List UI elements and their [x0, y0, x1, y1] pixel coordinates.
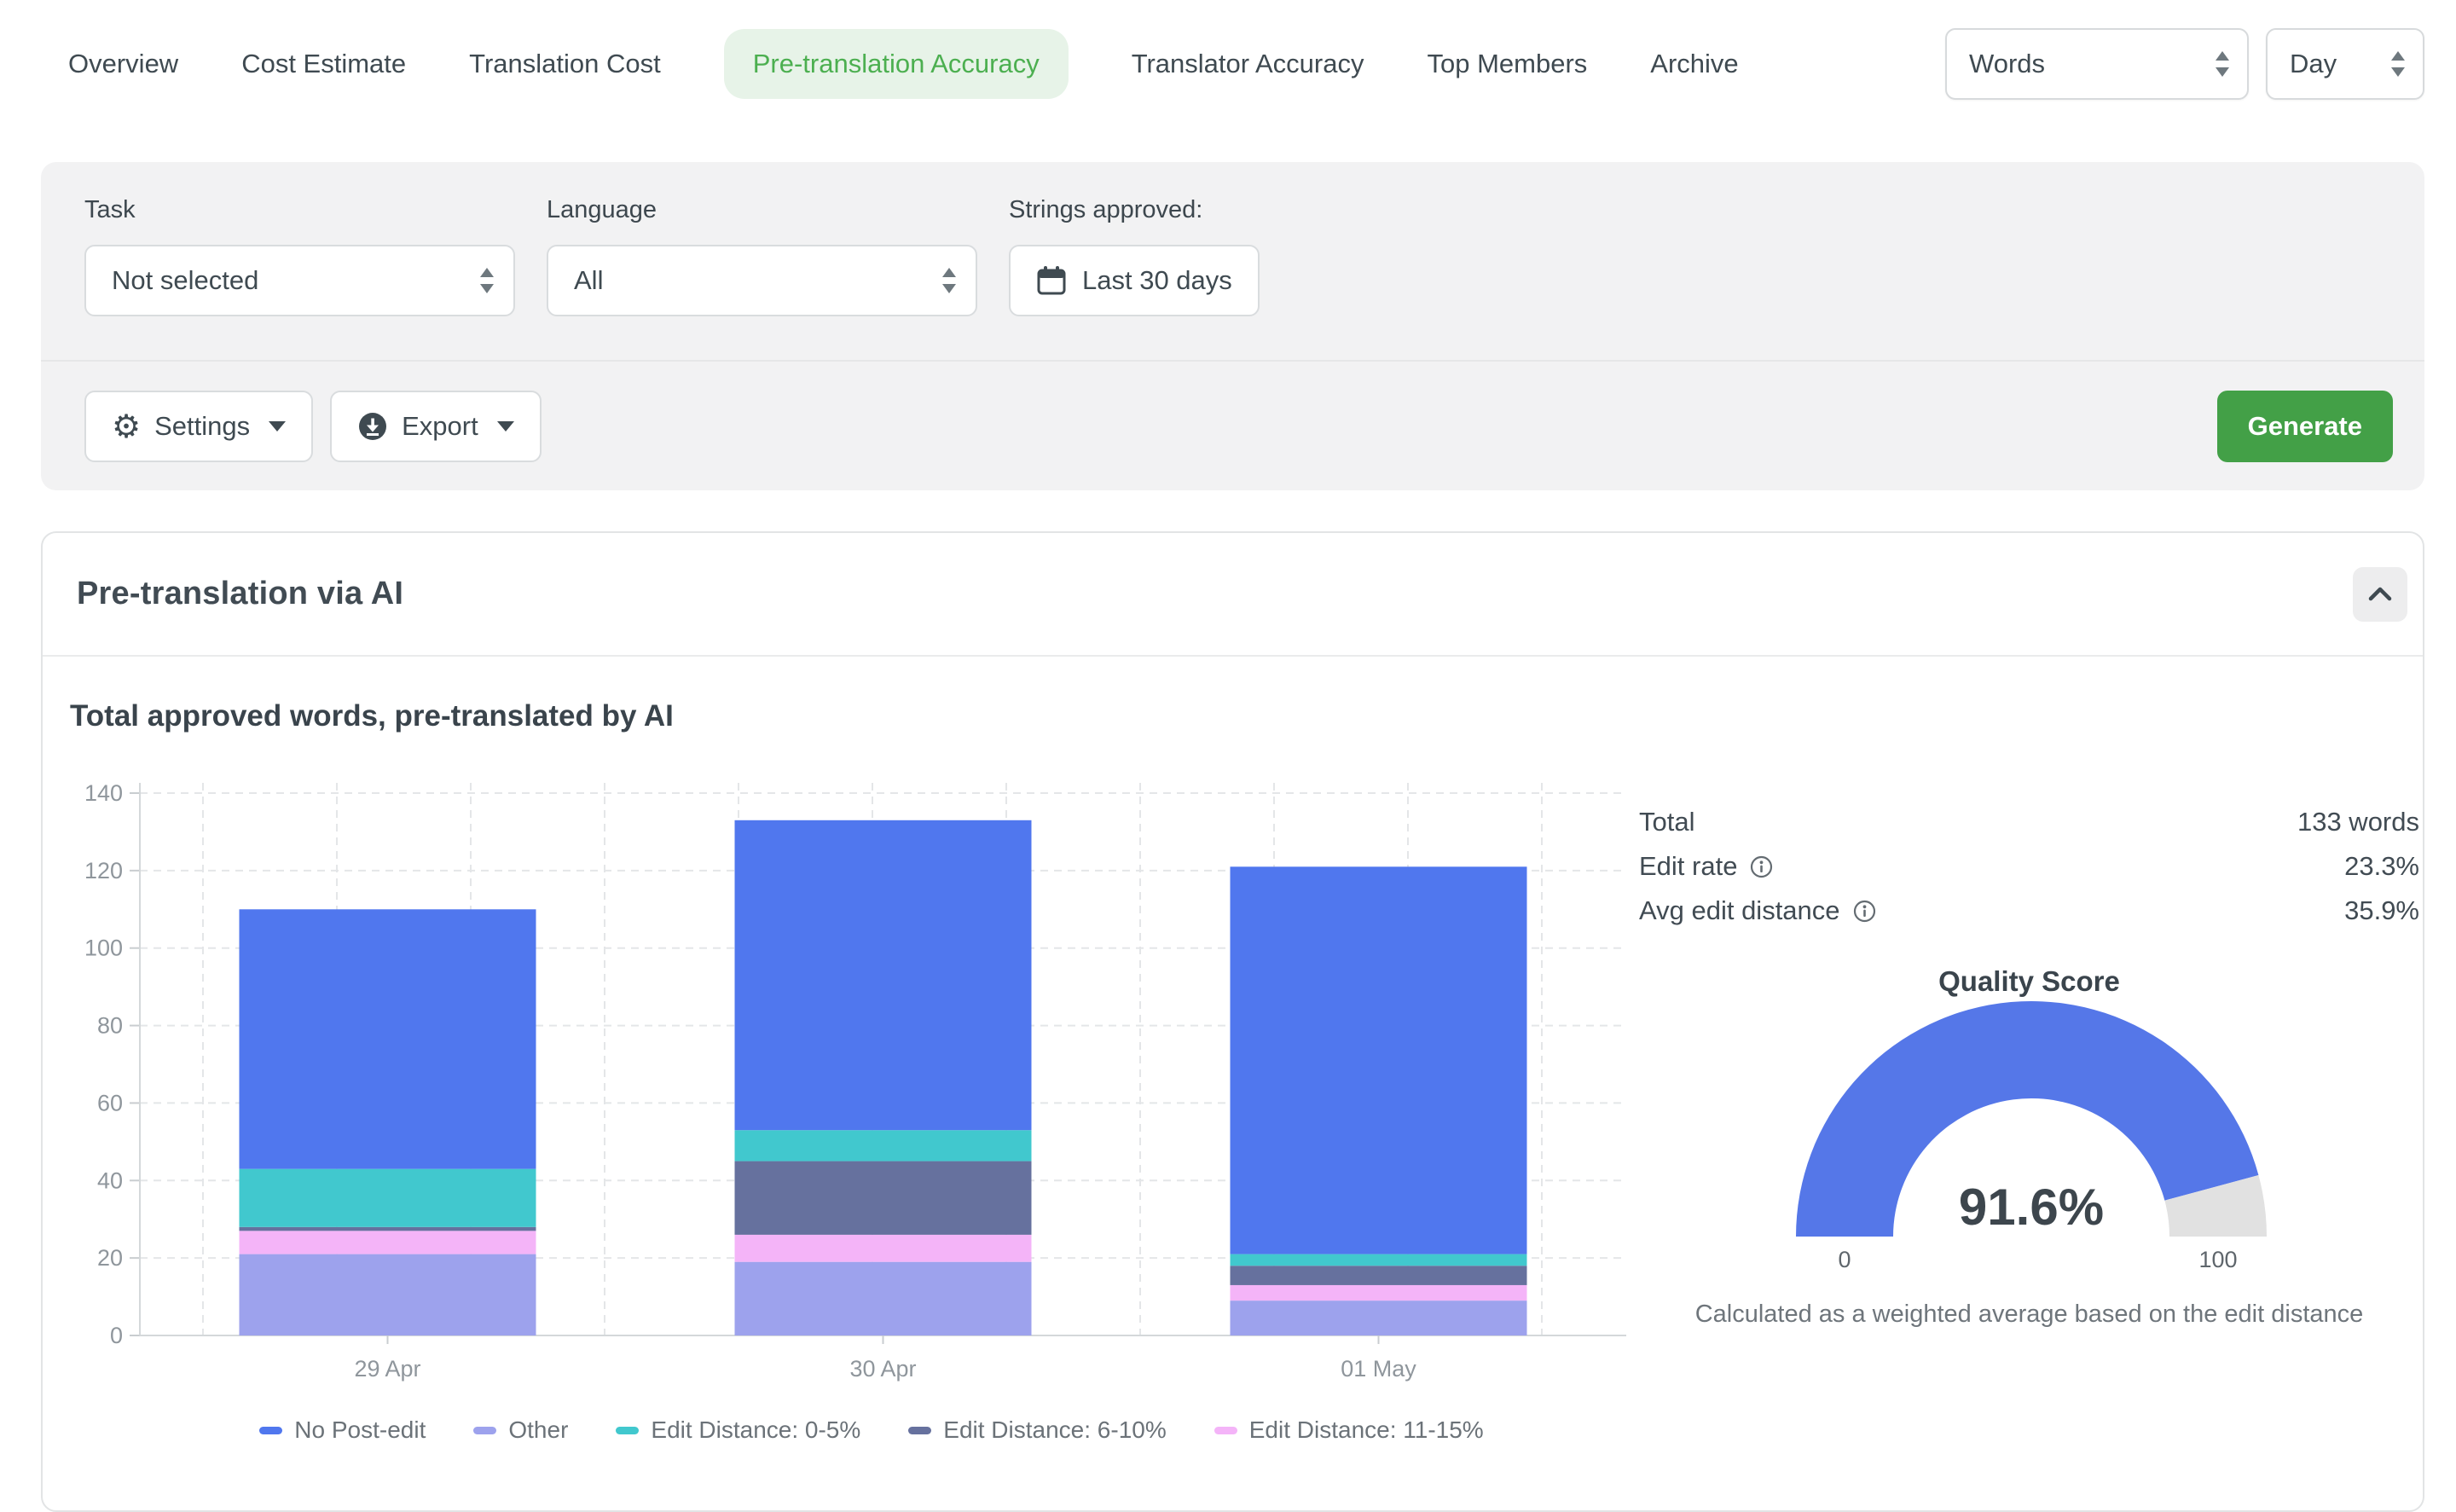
legend-item-edit-distance-6-10-[interactable]: Edit Distance: 6-10% — [908, 1416, 1166, 1444]
stat-label: Avg edit distance — [1639, 895, 1876, 926]
task-select-value: Not selected — [112, 265, 258, 296]
download-circle-icon — [357, 411, 388, 442]
toolbar-row: ⚙ Settings Export Generate — [84, 362, 2393, 490]
unit-select[interactable]: Words — [1945, 28, 2249, 100]
gauge-arc: 91.6% 0 100 — [1639, 998, 2424, 1284]
svg-text:91.6%: 91.6% — [1959, 1179, 2104, 1236]
tab-translator-accuracy[interactable]: Translator Accuracy — [1132, 49, 1364, 79]
generate-button[interactable]: Generate — [2217, 391, 2393, 462]
collapse-card-button[interactable] — [2353, 567, 2407, 622]
select-stepper-icon — [479, 267, 495, 294]
select-stepper-icon — [941, 267, 957, 294]
select-stepper-icon — [2215, 50, 2230, 78]
svg-text:100: 100 — [2198, 1247, 2237, 1272]
legend-item-other[interactable]: Other — [473, 1416, 568, 1444]
settings-button[interactable]: ⚙ Settings — [84, 391, 313, 462]
svg-text:30 Apr: 30 Apr — [849, 1356, 916, 1382]
report-tabs: Overview Cost Estimate Translation Cost Pre… — [68, 29, 1739, 99]
svg-text:29 Apr: 29 Apr — [354, 1356, 420, 1382]
svg-text:40: 40 — [97, 1167, 123, 1193]
chevron-down-icon — [497, 421, 514, 432]
svg-text:80: 80 — [97, 1013, 123, 1039]
date-range-button[interactable]: Last 30 days — [1009, 245, 1260, 316]
gauge-caption: Calculated as a weighted average based o… — [1639, 1301, 2419, 1329]
language-select[interactable]: All — [547, 245, 977, 316]
task-select[interactable]: Not selected — [84, 245, 515, 316]
settings-button-label: Settings — [154, 411, 250, 442]
export-button-label: Export — [402, 411, 478, 442]
svg-text:0: 0 — [110, 1323, 123, 1348]
quality-score-gauge: Quality Score 91.6% 0 100 Calculated as a … — [1639, 965, 2419, 1329]
export-button[interactable]: Export — [330, 391, 542, 462]
tab-archive[interactable]: Archive — [1650, 49, 1738, 79]
strings-approved-label: Strings approved: — [1009, 196, 1260, 224]
filter-row: Task Not selected Language All Strings a… — [84, 196, 2393, 316]
svg-text:20: 20 — [97, 1245, 123, 1271]
legend-swatch — [616, 1427, 639, 1434]
tab-pre-translation-accuracy[interactable]: Pre-translation Accuracy — [724, 29, 1069, 99]
info-icon[interactable] — [1853, 900, 1876, 923]
card-title: Pre-translation via AI — [77, 576, 403, 612]
stat-value: 23.3% — [2344, 851, 2419, 882]
chart-legend: No Post-edit Other Edit Distance: 0-5% Edit… — [70, 1416, 1673, 1444]
stat-label: Edit rate — [1639, 851, 1773, 882]
tab-translation-cost[interactable]: Translation Cost — [469, 49, 661, 79]
legend-swatch — [908, 1427, 931, 1434]
chart-plot-area: 0 20 40 60 80 100 120 140 29 Apr 30 Apr 01 May — [70, 766, 1673, 1397]
stacked-bar-chart: 0 20 40 60 80 100 120 140 29 Apr 30 Apr 01 May No … — [70, 766, 1673, 1444]
tab-top-members[interactable]: Top Members — [1427, 49, 1587, 79]
language-select-value: All — [574, 265, 603, 296]
svg-text:100: 100 — [84, 936, 123, 961]
legend-swatch — [259, 1427, 282, 1434]
card-header: Pre-translation via AI — [43, 533, 2423, 657]
stat-row-avg-edit-distance: Avg edit distance 35.9% — [1639, 889, 2419, 933]
stat-label: Total — [1639, 807, 1694, 837]
strings-approved-group: Strings approved: Last 30 days — [1009, 196, 1260, 316]
legend-item-edit-distance-11-15-[interactable]: Edit Distance: 11-15% — [1214, 1416, 1484, 1444]
period-select-value: Day — [2290, 49, 2337, 79]
stat-row-total: Total 133 words — [1639, 800, 2419, 844]
pretranslation-card: Pre-translation via AI Total approved wo… — [41, 531, 2424, 1512]
legend-label: Edit Distance: 11-15% — [1249, 1416, 1484, 1444]
svg-text:120: 120 — [84, 858, 123, 883]
chevron-down-icon — [269, 421, 286, 432]
period-select[interactable]: Day — [2266, 28, 2424, 100]
svg-text:01 May: 01 May — [1341, 1356, 1416, 1382]
task-label: Task — [84, 196, 515, 224]
legend-swatch — [1214, 1427, 1237, 1434]
unit-select-value: Words — [1969, 49, 2045, 79]
legend-label: No Post-edit — [294, 1416, 426, 1444]
date-range-value: Last 30 days — [1082, 265, 1232, 296]
legend-label: Edit Distance: 6-10% — [943, 1416, 1166, 1444]
tab-cost-estimate[interactable]: Cost Estimate — [241, 49, 406, 79]
select-stepper-icon — [2390, 50, 2406, 78]
legend-item-no-post-edit[interactable]: No Post-edit — [259, 1416, 426, 1444]
calendar-icon — [1036, 265, 1067, 296]
stat-row-edit-rate: Edit rate 23.3% — [1639, 844, 2419, 889]
task-filter-group: Task Not selected — [84, 196, 515, 316]
language-label: Language — [547, 196, 977, 224]
language-filter-group: Language All — [547, 196, 977, 316]
filter-panel: Task Not selected Language All Strings a… — [41, 162, 2424, 490]
report-nav: Overview Cost Estimate Translation Cost Pre… — [68, 0, 2424, 128]
legend-item-edit-distance-0-5-[interactable]: Edit Distance: 0-5% — [616, 1416, 860, 1444]
legend-label: Edit Distance: 0-5% — [651, 1416, 860, 1444]
svg-text:60: 60 — [97, 1090, 123, 1115]
svg-text:0: 0 — [1838, 1247, 1851, 1272]
card-body: Total approved words, pre-translated by … — [43, 657, 2423, 1510]
info-icon[interactable] — [1750, 855, 1773, 878]
legend-swatch — [473, 1427, 496, 1434]
stat-value: 133 words — [2297, 807, 2419, 837]
stats-table: Total 133 words Edit rate 23.3% Avg edit dis… — [1639, 800, 2419, 933]
svg-text:140: 140 — [84, 780, 123, 806]
tab-overview[interactable]: Overview — [68, 49, 178, 79]
gauge-title: Quality Score — [1639, 965, 2419, 998]
stat-value: 35.9% — [2344, 895, 2419, 926]
chevron-up-icon — [2367, 586, 2393, 603]
legend-label: Other — [508, 1416, 568, 1444]
gear-icon: ⚙ — [112, 410, 141, 443]
chart-section-title: Total approved words, pre-translated by … — [70, 699, 674, 733]
summary-column: Total 133 words Edit rate 23.3% Avg edit dis… — [1639, 800, 2419, 1329]
